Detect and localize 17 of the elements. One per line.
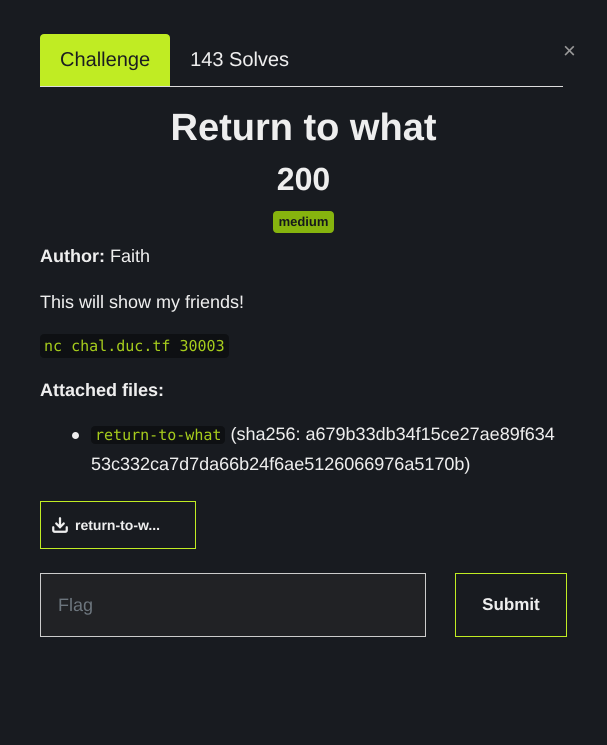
close-button[interactable]: × bbox=[563, 40, 576, 62]
file-link[interactable]: return-to-what bbox=[91, 426, 226, 444]
challenge-title: Return to what bbox=[170, 106, 436, 151]
bullet-icon bbox=[72, 432, 79, 439]
tab[interactable]: 143 Solves bbox=[170, 34, 310, 86]
submit-button[interactable]: Submit bbox=[454, 573, 567, 637]
author-line: Author: Faith bbox=[40, 245, 152, 268]
flag-input[interactable]: Flag bbox=[40, 573, 426, 637]
description-text: This will show my friends! bbox=[40, 291, 246, 314]
download-button[interactable]: return-to-w... bbox=[40, 501, 196, 549]
tab[interactable]: Challenge bbox=[40, 34, 170, 86]
connection-command: nc chal.duc.tf 30003 bbox=[40, 334, 229, 358]
attachments-heading: Attached files: bbox=[40, 379, 166, 402]
difficulty-badge: medium bbox=[272, 211, 334, 233]
challenge-points: 200 bbox=[276, 160, 330, 199]
download-icon bbox=[51, 516, 69, 534]
file-entry: return-to-what (sha256: a679b33db34f15ce27ae89f63453c332ca7d7da66b24f6ae5126066976a5170b) bbox=[91, 423, 556, 476]
